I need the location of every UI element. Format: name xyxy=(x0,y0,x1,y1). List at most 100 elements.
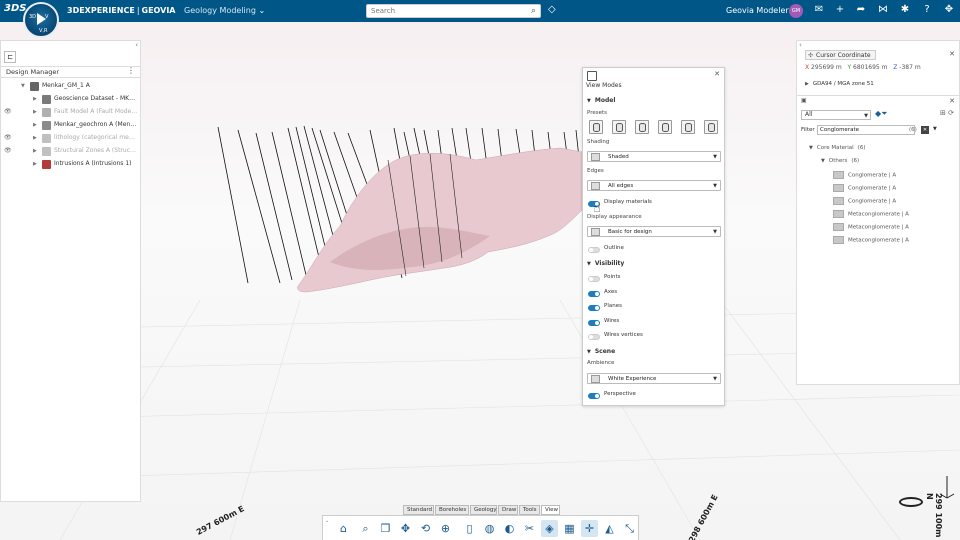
outline-toggle[interactable] xyxy=(588,247,600,253)
list-item[interactable]: Conglomerate | A xyxy=(833,171,896,179)
tree-item[interactable]: ▶ Menkar_geochron A (Menkar_... xyxy=(1,120,140,132)
x-value: 295699 m xyxy=(811,64,842,71)
orebody-mesh xyxy=(297,147,583,293)
cylinder-icon[interactable]: ▯ xyxy=(461,520,478,537)
preset-button[interactable] xyxy=(704,120,718,134)
close-icon[interactable]: ✕ xyxy=(714,70,720,78)
grid-icon[interactable]: ▦ xyxy=(561,520,578,537)
clear-filter-icon[interactable]: ✕ xyxy=(921,126,929,134)
measure-icon[interactable]: ⤡ xyxy=(621,520,638,537)
tree-item-label: Metaconglomerate | A xyxy=(848,224,909,231)
tree-item[interactable]: ▶ Geoscience Dataset - MKRB... xyxy=(1,94,140,106)
axis-triad-icon[interactable] xyxy=(938,470,956,500)
list-item[interactable]: Metaconglomerate | A xyxy=(833,223,909,231)
wires-toggle[interactable] xyxy=(588,320,600,326)
preset-button[interactable] xyxy=(658,120,672,134)
list-item[interactable]: Metaconglomerate | A xyxy=(833,236,909,244)
collapse-right-icon[interactable]: ‹ xyxy=(799,41,802,49)
chevron-right-icon[interactable]: ▶ xyxy=(33,161,37,167)
tree-item[interactable]: ▼ Menkar_GM_1 A xyxy=(1,81,140,93)
tree-view-icon[interactable]: ⊏ xyxy=(4,51,16,63)
planes-toggle[interactable] xyxy=(588,305,600,311)
tree-item[interactable]: 👁 ▶ Fault Model A (Fault Model 1) xyxy=(1,107,140,119)
filter-scope-select[interactable]: All ▼ xyxy=(801,110,871,120)
axes-icon[interactable]: ✛ xyxy=(581,520,598,537)
zoom-icon[interactable]: ⌕ xyxy=(357,520,374,537)
ambience-select[interactable]: White Experience ▼ xyxy=(587,373,721,384)
list-item[interactable]: Conglomerate | A xyxy=(833,184,896,192)
tree-item[interactable]: 👁 ▶ lithology (categorical measure... xyxy=(1,133,140,145)
close-icon[interactable]: ✕ xyxy=(949,97,955,105)
tab-cursor-coordinate[interactable]: ✣ Cursor Coordinate xyxy=(805,50,876,60)
design-manager-panel: ‹ ⊏ Design Manager ⋮ ▼ Menkar_GM_1 A ▶ Geos… xyxy=(0,40,141,502)
chevron-down-icon[interactable]: ▼ xyxy=(933,126,937,132)
preset-button[interactable] xyxy=(635,120,649,134)
section-model[interactable]: ▼ Model xyxy=(587,97,615,104)
chevron-right-icon[interactable]: ▶ xyxy=(33,96,37,102)
preset-button[interactable] xyxy=(589,120,603,134)
compass-widget[interactable]: 3D V V,R xyxy=(23,2,59,38)
tab-tools[interactable]: Tools xyxy=(519,505,540,515)
axes-toggle[interactable] xyxy=(588,291,600,297)
material-thumbnail xyxy=(833,197,844,205)
list-item[interactable]: Metaconglomerate | A xyxy=(833,210,909,218)
preset-button[interactable] xyxy=(681,120,695,134)
points-toggle[interactable] xyxy=(588,276,600,282)
globe-icon[interactable]: ◍ xyxy=(481,520,498,537)
tree-node-icon xyxy=(42,121,51,130)
section-scene[interactable]: ▼ Scene xyxy=(587,348,615,355)
edges-select[interactable]: All edges ▼ xyxy=(587,180,721,191)
refresh-icon[interactable]: ⊞ ⟳ xyxy=(940,109,954,117)
cylinder-icon xyxy=(685,123,692,132)
more-options-icon[interactable]: ⋮ xyxy=(127,66,135,75)
crs-row[interactable]: ▶ GDA94 / MGA zone 51 xyxy=(805,81,874,87)
orientation-ring[interactable] xyxy=(899,497,923,507)
zoom-area-icon[interactable]: ⊕ xyxy=(437,520,454,537)
tab-view[interactable]: View xyxy=(541,505,560,515)
visibility-eye-icon[interactable]: 👁 xyxy=(4,108,12,115)
shading-select[interactable]: Shaded ▼ xyxy=(587,151,721,162)
chevron-right-icon[interactable]: ▶ xyxy=(33,122,37,128)
chevron-right-icon[interactable]: ▶ xyxy=(33,135,37,141)
y-label: Y xyxy=(847,64,852,71)
chevron-down-icon[interactable]: ▼ xyxy=(21,83,25,89)
tree-item-label: Fault Model A (Fault Model 1) xyxy=(54,108,138,115)
tab-standard[interactable]: Standard xyxy=(403,505,434,515)
visibility-eye-icon[interactable]: 👁 xyxy=(4,134,12,141)
tab-draw[interactable]: Draw xyxy=(498,505,518,515)
collapse-left-icon[interactable]: ‹ xyxy=(135,41,138,49)
tree-item[interactable]: 👁 ▶ Structural Zones A (Structural... xyxy=(1,146,140,158)
tab-geology[interactable]: Geology xyxy=(470,505,497,515)
pin-icon[interactable]: ✣ xyxy=(808,51,813,60)
pan-icon[interactable]: ✥ xyxy=(397,520,414,537)
collapse-toolbar-icon[interactable]: ⌄ xyxy=(325,518,329,524)
tree-item-label: Conglomerate | A xyxy=(848,172,897,179)
home-icon[interactable]: ⌂ xyxy=(335,520,352,537)
tree-group[interactable]: ▼ Core Material (6) xyxy=(809,145,865,151)
section-visibility[interactable]: ▼ Visibility xyxy=(587,260,624,267)
display-materials-label: Display materials xyxy=(604,199,652,205)
filter-input[interactable]: Conglomerate xyxy=(817,125,915,135)
tree-group[interactable]: ▼ Others (6) xyxy=(821,158,859,164)
close-icon[interactable]: ✕ xyxy=(949,50,955,58)
shading-icon[interactable]: ◐ xyxy=(501,520,518,537)
compass-icon[interactable]: ◭ xyxy=(601,520,618,537)
ambience-label: Ambience xyxy=(587,360,615,366)
preset-button[interactable] xyxy=(612,120,626,134)
chevron-right-icon[interactable]: ▶ xyxy=(33,109,37,115)
chevron-right-icon[interactable]: ▶ xyxy=(33,148,37,154)
tag-filter-icon[interactable]: ◆⏷ xyxy=(875,109,888,119)
tree-item-label: Menkar_geochron A (Menkar_... xyxy=(54,121,138,128)
visibility-eye-icon[interactable]: 👁 xyxy=(4,147,12,154)
layers-icon[interactable]: ❒ xyxy=(377,520,394,537)
tree-item[interactable]: ▶ Intrusions A (Intrusions 1) xyxy=(1,159,140,171)
wires-vertices-toggle[interactable] xyxy=(588,334,600,340)
section-icon[interactable]: ✂ xyxy=(521,520,538,537)
tab-boreholes[interactable]: Boreholes xyxy=(435,505,469,515)
list-item[interactable]: Conglomerate | A xyxy=(833,197,896,205)
perspective-toggle[interactable] xyxy=(588,393,600,399)
view-modes-icon[interactable]: ◈ xyxy=(541,520,558,537)
filter-label: Filter xyxy=(801,127,815,133)
appearance-select[interactable]: Basic for design ▼ xyxy=(587,226,721,237)
rotate-icon[interactable]: ⟲ xyxy=(417,520,434,537)
